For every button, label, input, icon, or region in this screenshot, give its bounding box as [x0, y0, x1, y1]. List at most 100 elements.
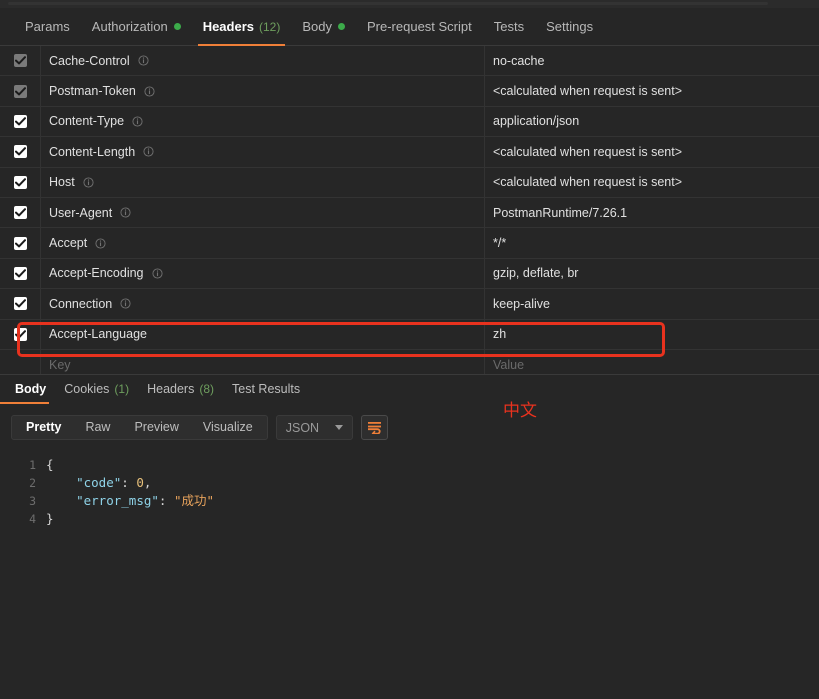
header-enabled-checkbox[interactable] — [13, 54, 27, 68]
header-key-cell[interactable]: Accept-Encoding — [41, 258, 485, 289]
header-value-cell[interactable]: PostmanRuntime/7.26.1 — [485, 198, 819, 227]
header-enabled-checkbox[interactable] — [13, 297, 27, 311]
header-enabled-checkbox[interactable] — [13, 114, 27, 128]
info-icon[interactable] — [120, 298, 131, 309]
header-value-cell[interactable]: zh — [485, 320, 819, 349]
header-enabled-cell[interactable] — [0, 137, 41, 167]
header-value-text: */* — [493, 236, 507, 251]
header-enabled-cell[interactable] — [0, 106, 41, 137]
header-enabled-checkbox[interactable] — [13, 206, 27, 220]
header-enabled-cell[interactable] — [0, 289, 41, 319]
header-enabled-cell[interactable] — [0, 228, 41, 258]
header-enabled-cell[interactable] — [0, 167, 41, 197]
code-token: "error_msg" — [76, 493, 159, 508]
header-enabled-checkbox[interactable] — [13, 266, 27, 280]
header-key-cell[interactable]: Postman-Token — [41, 76, 485, 106]
code-line-text: "error_msg": "成功" — [46, 492, 214, 510]
header-row[interactable]: Cache-Control no-cache — [0, 46, 819, 77]
header-enabled-checkbox[interactable] — [13, 145, 27, 159]
header-key-text: Accept-Language — [49, 327, 147, 342]
header-row[interactable]: Content-Length <calculated when request i… — [0, 137, 819, 168]
header-row[interactable]: Accept */* — [0, 228, 819, 259]
header-key-cell[interactable]: Accept-Language — [41, 319, 485, 349]
view-mode-pretty[interactable]: Pretty — [14, 416, 73, 439]
request-tab-authorization[interactable]: Authorization — [81, 8, 192, 46]
request-tab-bar: Params Authorization Headers (12) Body Pre-re… — [0, 8, 819, 46]
response-tab-count: (8) — [199, 382, 215, 396]
header-row[interactable]: Host <calculated when request is sent> — [0, 167, 819, 198]
header-value-cell[interactable]: gzip, deflate, br — [485, 259, 819, 288]
header-value-cell[interactable]: <calculated when request is sent> — [485, 76, 819, 105]
info-icon[interactable] — [120, 207, 131, 218]
header-enabled-cell[interactable] — [0, 349, 41, 374]
header-key-cell[interactable]: Cache-Control — [41, 46, 485, 76]
header-row[interactable]: Postman-Token <calculated when request is… — [0, 76, 819, 107]
code-line: 1{ — [0, 456, 819, 474]
code-line: 2 "code": 0, — [0, 474, 819, 492]
info-icon[interactable] — [144, 86, 155, 97]
header-value-cell[interactable]: application/json — [485, 107, 819, 136]
header-enabled-checkbox[interactable] — [13, 327, 27, 341]
header-key-cell[interactable]: Content-Type — [41, 106, 485, 137]
view-mode-preview[interactable]: Preview — [122, 416, 190, 439]
header-enabled-cell[interactable] — [0, 46, 41, 76]
header-enabled-cell[interactable] — [0, 197, 41, 228]
response-tab-body[interactable]: Body — [0, 375, 55, 404]
header-value-text: <calculated when request is sent> — [493, 84, 683, 99]
request-tab-body[interactable]: Body — [291, 8, 356, 46]
header-key-text: User-Agent — [49, 205, 113, 220]
info-icon[interactable] — [83, 177, 94, 188]
view-mode-visualize[interactable]: Visualize — [191, 416, 265, 439]
request-tab-pre-request-script[interactable]: Pre-request Script — [356, 8, 483, 46]
info-icon[interactable] — [138, 55, 149, 66]
view-mode-segmented-control: Pretty Raw Preview Visualize — [11, 415, 268, 440]
header-key-cell[interactable]: Accept — [41, 228, 485, 258]
header-enabled-checkbox[interactable] — [13, 84, 27, 98]
header-enabled-checkbox[interactable] — [13, 175, 27, 189]
info-icon[interactable] — [95, 237, 106, 249]
request-tab-tests[interactable]: Tests — [483, 8, 535, 46]
header-value-cell[interactable]: keep-alive — [485, 289, 819, 318]
code-line-number: 4 — [29, 512, 36, 526]
response-tab-test-results[interactable]: Test Results — [223, 375, 309, 403]
header-row[interactable]: Accept-Language zh — [0, 319, 819, 350]
request-tab-settings[interactable]: Settings — [535, 8, 604, 46]
header-value-cell[interactable]: <calculated when request is sent> — [485, 168, 819, 197]
response-tab-headers[interactable]: Headers (8) — [138, 375, 223, 403]
header-value-cell[interactable]: */* — [485, 228, 819, 257]
code-token: , — [143, 475, 152, 490]
response-body-code[interactable]: 1{2 "code": 0, 3 "error_msg": "成功" 4} — [0, 456, 819, 698]
code-line-text: { — [46, 456, 54, 474]
view-mode-raw[interactable]: Raw — [73, 416, 122, 439]
header-enabled-cell[interactable] — [0, 76, 41, 106]
request-tab-params[interactable]: Params — [14, 8, 81, 46]
header-row[interactable]: User-Agent PostmanRuntime/7.26.1 — [0, 197, 819, 229]
word-wrap-button[interactable] — [361, 415, 389, 440]
header-row-new[interactable]: Key Value — [0, 349, 819, 374]
header-value-text: no-cache — [493, 53, 545, 68]
header-key-cell[interactable]: Connection — [41, 289, 485, 319]
header-value-input[interactable]: Value — [485, 350, 819, 374]
format-select[interactable]: JSON — [275, 415, 354, 440]
header-value-cell[interactable]: <calculated when request is sent> — [485, 137, 819, 166]
header-row[interactable]: Connection keep-alive — [0, 289, 819, 320]
header-key-cell[interactable]: Host — [41, 167, 485, 197]
header-enabled-cell[interactable] — [0, 319, 41, 349]
header-key-cell[interactable]: Content-Length — [41, 137, 485, 167]
request-tab-count: (12) — [259, 19, 281, 34]
header-key-input[interactable]: Key — [41, 349, 485, 374]
header-value-placeholder: Value — [493, 357, 525, 372]
response-tab-cookies[interactable]: Cookies (1) — [55, 375, 138, 403]
header-key-cell[interactable]: User-Agent — [41, 197, 485, 228]
header-enabled-cell[interactable] — [0, 258, 41, 289]
info-icon[interactable] — [132, 116, 143, 127]
header-enabled-checkbox[interactable] — [13, 236, 27, 250]
header-row[interactable]: Accept-Encoding gzip, deflate, br — [0, 258, 819, 290]
request-tab-headers[interactable]: Headers (12) — [192, 8, 292, 46]
info-icon[interactable] — [143, 146, 154, 157]
header-value-cell[interactable]: no-cache — [485, 46, 819, 75]
info-icon[interactable] — [151, 268, 163, 279]
check-icon — [14, 86, 26, 95]
header-row[interactable]: Content-Type application/json — [0, 106, 819, 138]
